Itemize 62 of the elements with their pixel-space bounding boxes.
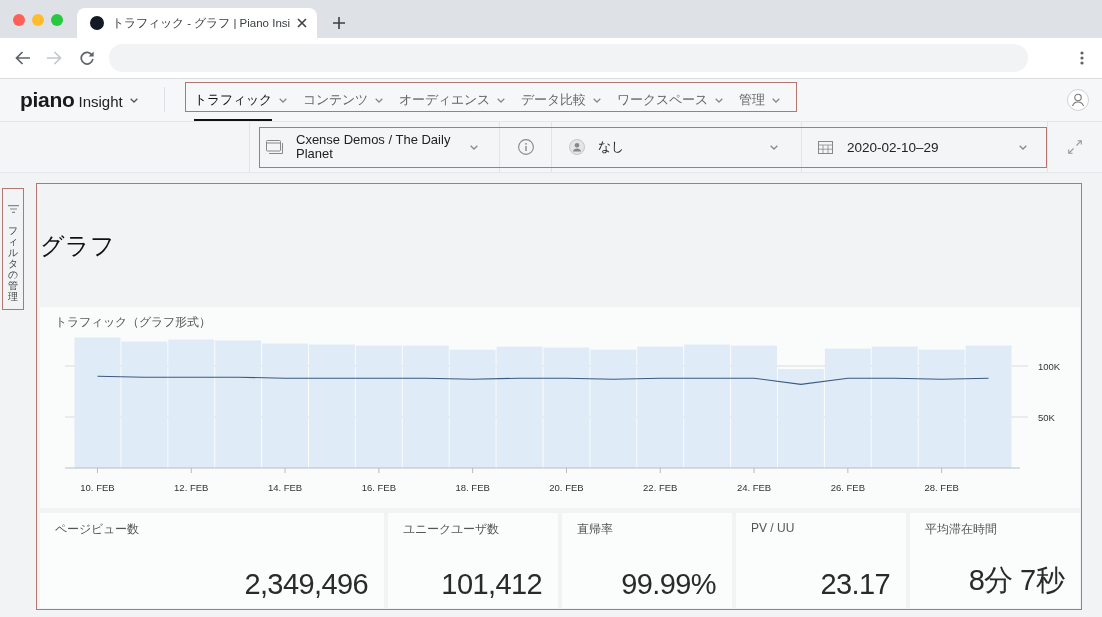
maximize-window-icon[interactable] xyxy=(51,14,63,26)
metric-value: 8分 7秒 xyxy=(967,562,1064,598)
plus-icon[interactable] xyxy=(333,17,345,29)
close-icon[interactable] xyxy=(297,18,307,28)
x-axis-label: 16. FEB xyxy=(361,481,396,493)
site-selector[interactable]: Cxense Demos / The Daily Planet xyxy=(250,122,499,172)
x-axis-label: 26. FEB xyxy=(830,481,865,493)
close-window-icon[interactable] xyxy=(13,14,25,26)
metric-value: 23.17 xyxy=(819,567,890,601)
window-icon xyxy=(266,140,283,154)
chevron-down-icon xyxy=(593,97,601,103)
metric-label: ページビュー数 xyxy=(55,520,140,538)
expand-icon[interactable] xyxy=(1068,140,1082,154)
y-axis-label: 100K xyxy=(1038,360,1061,371)
filter-icon xyxy=(7,205,19,213)
nav-tab[interactable]: オーディエンス xyxy=(399,79,505,121)
filter-panel-tab[interactable]: フィルタの管理 xyxy=(2,188,24,310)
chart-title: トラフィック（グラフ形式） xyxy=(55,314,212,329)
site-favicon-icon xyxy=(90,16,104,30)
chevron-down-icon xyxy=(375,97,383,103)
x-axis-label: 12. FEB xyxy=(174,481,209,493)
x-axis-label: 10. FEB xyxy=(80,481,115,493)
metric-label: 直帰率 xyxy=(577,520,614,538)
chevron-down-icon xyxy=(715,97,723,103)
metric-value: 99.99% xyxy=(620,567,716,601)
metric-value: 2,349,496 xyxy=(243,567,368,601)
user-icon[interactable] xyxy=(1067,89,1089,111)
page-title: グラフ xyxy=(40,230,115,261)
reload-icon[interactable] xyxy=(80,51,94,65)
chevron-down-icon xyxy=(129,97,138,103)
logo-wordmark: piano xyxy=(20,88,75,112)
chevron-down-icon xyxy=(497,97,505,103)
arrow-left-icon[interactable] xyxy=(15,51,30,65)
product-name: Insight xyxy=(78,93,123,110)
nav-tab[interactable]: 管理 xyxy=(739,79,780,121)
metric-label: PV / UU xyxy=(751,520,796,535)
chevron-down-icon xyxy=(1019,144,1027,150)
chevron-down-icon xyxy=(470,144,478,150)
x-axis-label: 14. FEB xyxy=(267,481,303,493)
tab-title: トラフィック - グラフ | Piano Insi xyxy=(112,15,291,31)
y-axis-label: 50K xyxy=(1038,411,1055,422)
x-axis-label: 22. FEB xyxy=(643,481,678,493)
browser-tab[interactable]: トラフィック - グラフ | Piano Insi xyxy=(77,8,317,38)
metric-value: 101,412 xyxy=(440,567,542,601)
metric-label: ユニークユーザ数 xyxy=(403,520,500,538)
nav-tab[interactable]: データ比較 xyxy=(521,79,601,121)
x-axis-label: 28. FEB xyxy=(924,481,959,493)
chevron-down-icon xyxy=(772,97,780,103)
metric-label: 平均滞在時間 xyxy=(925,520,998,538)
more-icon[interactable] xyxy=(1080,51,1084,65)
chevron-down-icon xyxy=(279,97,287,103)
chevron-down-icon xyxy=(770,144,778,150)
nav-tab[interactable]: ワークスペース xyxy=(617,79,723,121)
x-axis-label: 24. FEB xyxy=(736,481,772,493)
user-icon xyxy=(569,139,585,155)
info-icon[interactable] xyxy=(517,139,534,155)
calendar-icon xyxy=(818,140,833,154)
x-axis-label: 20. FEB xyxy=(549,481,584,493)
x-axis-label: 18. FEB xyxy=(455,481,490,493)
date-range-selector[interactable]: 2020-02-10–29 xyxy=(802,122,1047,172)
segment-selector[interactable]: なし xyxy=(552,122,801,172)
nav-tab[interactable]: コンテンツ xyxy=(303,79,383,121)
